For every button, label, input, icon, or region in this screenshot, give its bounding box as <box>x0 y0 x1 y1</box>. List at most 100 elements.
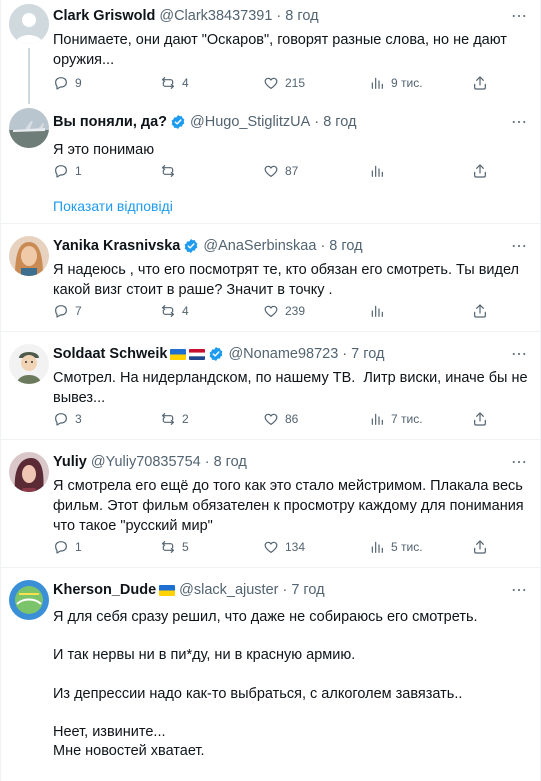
views-chart-icon <box>371 413 383 425</box>
display-name[interactable]: Clark Griswold <box>53 6 155 26</box>
ukraine-flag-icon <box>170 348 187 360</box>
tweet-header: Yuliy @Yuliy70835754 · 8 год <box>53 452 532 472</box>
timestamp[interactable]: 7 год <box>291 580 324 600</box>
avatar-airplane-image <box>9 108 49 148</box>
views-button[interactable]: 9 тис. <box>369 75 423 91</box>
tweet-yanika-krasnivska[interactable]: Yanika Krasnivska @AnaSerbinskaa · 8 год… <box>1 224 540 332</box>
ukraine-flag-icon <box>159 584 176 596</box>
tweet-clark-griswold[interactable]: Clark Griswold @Clark38437391 · 8 год По… <box>1 0 540 104</box>
display-name[interactable]: Вы поняли, да? <box>53 112 167 132</box>
timestamp[interactable]: 8 год <box>214 452 247 472</box>
share-button[interactable] <box>472 303 488 319</box>
avatar[interactable] <box>9 236 49 276</box>
views-button[interactable] <box>369 303 385 319</box>
tweet-text: Я это понимаю <box>53 142 155 158</box>
tweet-kherson-dude[interactable]: Kherson_Dude @slack_ajuster · 7 год Я дл… <box>1 568 540 781</box>
share-button[interactable] <box>472 539 488 555</box>
heart-icon <box>264 77 278 89</box>
tweet-soldaat-schweik[interactable]: Soldaat Schweik @Noname98723 · 7 год Смо… <box>1 332 540 440</box>
like-count: 134 <box>285 540 306 554</box>
retweet-button[interactable]: 2 <box>160 411 189 427</box>
heart-icon <box>264 541 278 553</box>
views-button[interactable]: 7 тис. <box>369 411 423 427</box>
tweet-header: Soldaat Schweik @Noname98723 · 7 год <box>53 344 532 364</box>
more-options-icon[interactable] <box>510 345 528 363</box>
timestamp[interactable]: 8 год <box>323 112 356 132</box>
like-count: 239 <box>285 304 306 318</box>
share-button[interactable] <box>472 411 488 427</box>
more-options-icon[interactable] <box>510 453 528 471</box>
share-icon <box>474 164 486 178</box>
like-count: 215 <box>285 76 306 90</box>
more-options-icon[interactable] <box>510 581 528 599</box>
verified-badge-icon <box>185 239 198 253</box>
like-button[interactable]: 86 <box>263 411 298 427</box>
username[interactable]: @AnaSerbinskaa <box>203 236 316 256</box>
timestamp[interactable]: 8 год <box>285 6 318 26</box>
separator-dot: · <box>314 114 320 130</box>
display-name[interactable]: Yuliy <box>53 452 87 472</box>
tweet-vy-ponyali-da[interactable]: Вы поняли, да? @Hugo_StiglitzUA · 8 год … <box>1 104 540 224</box>
tweet-text: Понимаете, они дают "Оскаров", говорят р… <box>53 32 511 68</box>
username[interactable]: @Noname98723 <box>228 344 338 364</box>
retweet-count: 4 <box>182 76 189 90</box>
retweet-button[interactable]: 5 <box>160 539 189 555</box>
reply-button[interactable]: 7 <box>53 303 82 319</box>
like-button[interactable]: 215 <box>263 75 305 91</box>
share-button[interactable] <box>472 75 488 91</box>
reply-count: 3 <box>75 412 82 426</box>
tweet-actions: 1 5 134 5 тис. <box>53 537 532 557</box>
reply-button[interactable]: 9 <box>53 75 82 91</box>
timestamp[interactable]: 7 год <box>351 344 384 364</box>
netherlands-flag-icon <box>189 348 206 360</box>
retweet-count: 5 <box>182 540 189 554</box>
username[interactable]: @Yuliy70835754 <box>91 452 201 472</box>
like-button[interactable]: 87 <box>263 163 298 179</box>
views-chart-icon <box>371 305 383 317</box>
avatar-cartoon-soldier-image <box>9 344 49 384</box>
display-name[interactable]: Yanika Krasnivska <box>53 236 180 256</box>
username[interactable]: @Clark38437391 <box>159 6 272 26</box>
like-button[interactable]: 134 <box>263 539 305 555</box>
reply-button[interactable]: 3 <box>53 411 82 427</box>
tweet-header: Kherson_Dude @slack_ajuster · 7 год <box>53 580 532 600</box>
retweet-icon <box>162 77 174 89</box>
more-options-icon[interactable] <box>510 7 528 25</box>
separator-dot: · <box>282 582 288 598</box>
avatar[interactable] <box>9 452 49 492</box>
tweet-text: Я для себя сразу решил, что даже не соби… <box>53 609 478 760</box>
reply-button[interactable]: 1 <box>53 539 82 555</box>
views-count: 7 тис. <box>391 412 423 426</box>
retweet-button[interactable]: 4 <box>160 303 189 319</box>
more-options-icon[interactable] <box>510 237 528 255</box>
separator-dot: · <box>276 8 282 24</box>
replies-feed: Clark Griswold @Clark38437391 · 8 год По… <box>0 0 541 781</box>
separator-dot: · <box>342 346 348 362</box>
retweet-button[interactable]: 4 <box>160 75 189 91</box>
like-button[interactable]: 239 <box>263 303 305 319</box>
share-icon <box>474 540 486 554</box>
more-options-icon[interactable] <box>510 113 528 131</box>
username[interactable]: @Hugo_StiglitzUA <box>190 112 310 132</box>
avatar-photo-image <box>9 452 49 492</box>
avatar[interactable] <box>9 4 49 44</box>
views-button[interactable] <box>369 163 385 179</box>
timestamp[interactable]: 8 год <box>329 236 362 256</box>
reply-icon <box>55 541 67 554</box>
share-button[interactable] <box>472 163 488 179</box>
retweet-icon <box>162 165 174 177</box>
avatar[interactable] <box>9 108 49 148</box>
tweet-yuliy[interactable]: Yuliy @Yuliy70835754 · 8 год Я смотрела … <box>1 440 540 568</box>
display-name[interactable]: Kherson_Dude <box>53 580 156 600</box>
retweet-button[interactable] <box>160 163 182 179</box>
reply-count: 1 <box>75 164 82 178</box>
show-replies-link[interactable]: Показати відповіді <box>53 198 173 214</box>
avatar[interactable] <box>9 580 49 620</box>
reply-button[interactable]: 1 <box>53 163 82 179</box>
views-button[interactable]: 5 тис. <box>369 539 423 555</box>
share-icon <box>474 76 486 90</box>
avatar[interactable] <box>9 344 49 384</box>
display-name[interactable]: Soldaat Schweik <box>53 344 167 364</box>
username[interactable]: @slack_ajuster <box>179 580 278 600</box>
tweet-header: Clark Griswold @Clark38437391 · 8 год <box>53 6 532 26</box>
